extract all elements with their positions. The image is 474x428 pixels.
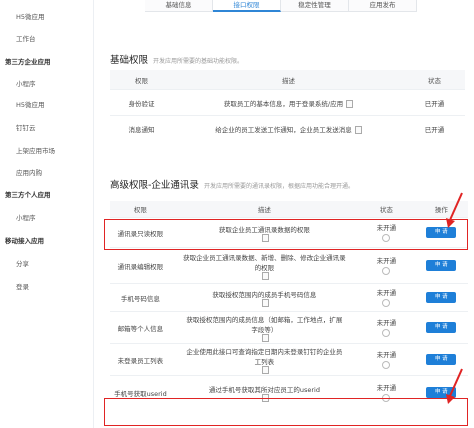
permission-name: 手机号码信息 — [110, 283, 171, 312]
permission-name: 消息通知 — [110, 115, 173, 142]
permission-description-cell: 获取员工的基本信息，用于登录系统/应用 — [172, 89, 404, 116]
table-row: 未登录员工列表 企业使用此接口可查询指定日期内未登录钉钉的企业员 工列表 未开通申 请 — [110, 343, 468, 376]
highlight-box — [104, 219, 468, 250]
permission-name: 未登录员工列表 — [110, 343, 171, 376]
arrow-annotation — [446, 368, 463, 404]
sidebar-item[interactable]: 工作台 — [0, 34, 93, 44]
status-radio[interactable] — [382, 328, 391, 337]
permission-name: 通讯录编辑权限 — [110, 247, 171, 284]
tab-3[interactable]: 应用发布 — [349, 0, 417, 12]
permission-description: 给企业的员工发送工作通知，企业员工发送消息 — [215, 125, 352, 134]
action-cell: 申 请 — [414, 311, 468, 344]
permission-description: 通过手机号获取其所对应员工的userid — [208, 385, 320, 394]
action-cell: 申 请 — [414, 283, 468, 312]
permission-description: 获取企业员工通讯录数据、新增、删除、修改企业通讯录 — [183, 253, 346, 262]
table-row: 通讯录编辑权限 获取企业员工通讯录数据、新增、删除、修改企业通讯录 的权限 未开通申 … — [110, 247, 468, 284]
basic-permissions-table: 权限 描述 状态 身份验证 获取员工的基本信息，用于登录系统/应用 已开通 消息通知给… — [110, 70, 465, 142]
permission-name: 邮箱等个人信息 — [110, 311, 171, 344]
column-header: 状态 — [358, 201, 415, 218]
document-icon[interactable] — [262, 333, 270, 342]
sidebar-item[interactable]: 登录 — [0, 282, 93, 292]
section-subtitle: 开发应用所需要的基础功能权限。 — [153, 58, 244, 65]
permission-description: 字段等） — [251, 325, 278, 334]
sidebar-item[interactable]: 应用内购 — [0, 168, 93, 178]
permission-description-cell: 给企业的员工发送工作通知，企业员工发送消息 — [172, 115, 404, 142]
table-row: 消息通知 给企业的员工发送工作通知，企业员工发送消息 已开通 — [110, 115, 465, 142]
sidebar-item[interactable]: 钉钉云 — [0, 123, 93, 133]
sidebar-item[interactable]: 小程序 — [0, 79, 93, 89]
permission-status: 已开通 — [403, 89, 465, 116]
table-header-row: 权限 描述 状态 — [110, 70, 465, 90]
tab-1[interactable]: 接口权限 — [213, 0, 281, 12]
tab-bar: 基础信息 接口权限 稳定性管理 应用发布 — [145, 0, 417, 12]
apply-button[interactable]: 申 请 — [426, 292, 457, 303]
section-subtitle: 开发应用所需要的通讯录权限，根据应用功能合理开通。 — [203, 183, 354, 190]
sidebar-item[interactable]: 小程序 — [0, 213, 93, 223]
sidebar-group-label: 第三方个人应用 — [5, 191, 51, 199]
permission-description: 企业使用此接口可查询指定日期内未登录钉钉的企业员 — [186, 347, 343, 356]
table-row: 身份验证 获取员工的基本信息，用于登录系统/应用 已开通 — [110, 89, 465, 116]
status-cell: 未开通 — [358, 247, 415, 284]
permission-description-cell: 获取授权范围内的成员手机号码信息 — [170, 283, 358, 312]
basic-permissions-title: 基础权限 开发应用所需要的基础功能权限。 — [110, 52, 243, 66]
permission-status: 未开通 — [376, 350, 397, 359]
sidebar-item[interactable]: H5微应用 — [0, 100, 93, 110]
status-cell: 未开通 — [358, 343, 415, 376]
status-radio[interactable] — [382, 298, 391, 307]
permission-status: 未开通 — [376, 288, 397, 297]
sidebar-group-label: 第三方企业应用 — [5, 58, 51, 66]
permission-name: 身份验证 — [110, 89, 173, 116]
column-header: 状态 — [403, 70, 465, 90]
sidebar-group-label: 移动接入应用 — [5, 237, 44, 245]
section-title: 高级权限-企业通讯录 — [110, 180, 199, 191]
document-icon[interactable] — [346, 99, 354, 108]
column-header: 权限 — [110, 70, 173, 90]
document-icon[interactable] — [354, 125, 362, 134]
permission-description: 获取授权范围内的成员信息（如邮箱，工作地点，扩展 — [186, 315, 343, 324]
permission-status: 未开通 — [376, 256, 397, 265]
permission-description: 的权限 — [254, 263, 275, 272]
action-cell: 申 请 — [414, 247, 468, 284]
apply-button[interactable]: 申 请 — [426, 260, 457, 271]
permission-status: 已开通 — [403, 115, 465, 142]
document-icon[interactable] — [262, 298, 270, 307]
permission-status: 未开通 — [376, 318, 397, 327]
document-icon[interactable] — [262, 271, 270, 280]
apply-button[interactable]: 申 请 — [426, 354, 457, 365]
apply-button[interactable]: 申 请 — [426, 322, 457, 333]
table-header-row: 权限 描述 状态 操作 — [110, 201, 468, 218]
status-cell: 未开通 — [358, 311, 415, 344]
highlight-box — [104, 398, 468, 426]
document-icon[interactable] — [262, 365, 270, 374]
sidebar-item[interactable]: H5微应用 — [0, 12, 93, 22]
status-radio[interactable] — [382, 266, 391, 275]
permission-description-cell: 获取授权范围内的成员信息（如邮箱，工作地点，扩展 字段等） — [170, 311, 358, 344]
tab-2[interactable]: 稳定性管理 — [281, 0, 349, 12]
permission-status: 未开通 — [376, 383, 397, 392]
arrow-annotation — [446, 192, 463, 228]
column-header: 权限 — [110, 201, 171, 218]
table-row: 手机号码信息 获取授权范围内的成员手机号码信息 未开通 申 请 — [110, 283, 468, 312]
sidebar: H5微应用 工作台 第三方企业应用 小程序 H5微应用 钉钉云 上架应用市场 应用内购 第三方个… — [0, 0, 94, 428]
sidebar-item[interactable]: 上架应用市场 — [0, 146, 93, 156]
permission-description: 获取员工的基本信息，用于登录系统/应用 — [223, 99, 344, 108]
permission-description: 工列表 — [254, 357, 275, 366]
permission-description-cell: 企业使用此接口可查询指定日期内未登录钉钉的企业员 工列表 — [170, 343, 358, 376]
status-cell: 未开通 — [358, 283, 415, 312]
tab-0[interactable]: 基础信息 — [145, 0, 213, 12]
advanced-permissions-title: 高级权限-企业通讯录 开发应用所需要的通讯录权限，根据应用功能合理开通。 — [110, 177, 354, 191]
table-row: 邮箱等个人信息 获取授权范围内的成员信息（如邮箱，工作地点，扩展 字段等） 未开通申 … — [110, 311, 468, 344]
column-header: 描述 — [170, 201, 358, 218]
column-header: 描述 — [172, 70, 404, 90]
sidebar-item[interactable]: 分享 — [0, 259, 93, 269]
status-radio[interactable] — [382, 360, 391, 369]
permission-description-cell: 获取企业员工通讯录数据、新增、删除、修改企业通讯录 的权限 — [170, 247, 358, 284]
permission-description: 获取授权范围内的成员手机号码信息 — [212, 290, 317, 299]
section-title: 基础权限 — [110, 55, 149, 66]
